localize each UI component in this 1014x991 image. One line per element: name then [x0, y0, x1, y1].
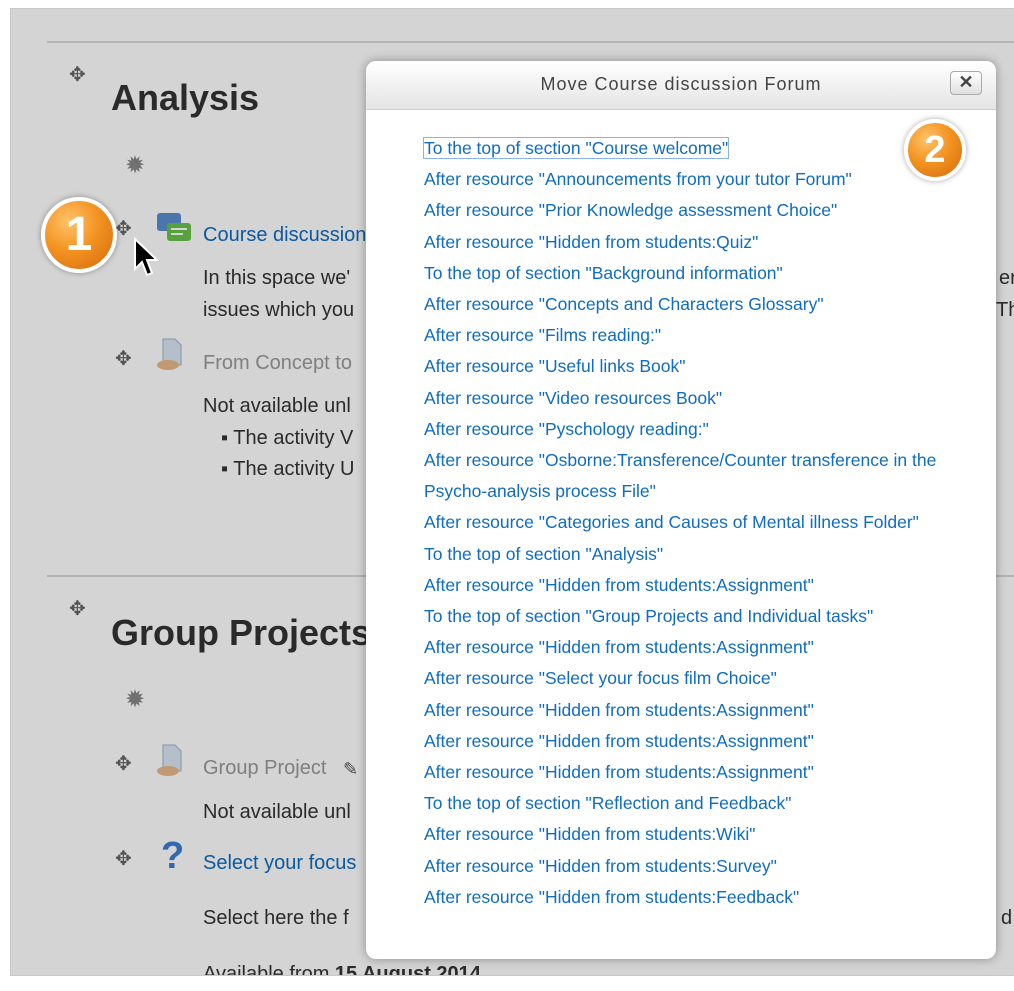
move-target-option[interactable]: After resource "Hidden from students:Ass… [424, 695, 990, 726]
move-target-option[interactable]: After resource "Categories and Causes of… [424, 507, 990, 538]
move-target-option[interactable]: After resource "Hidden from students:Sur… [424, 851, 990, 882]
move-target-option[interactable]: After resource "Osborne:Transference/Cou… [424, 445, 990, 507]
move-target-option[interactable]: After resource "Hidden from students:Ass… [424, 757, 990, 788]
move-target-option[interactable]: To the top of section "Reflection and Fe… [424, 788, 990, 819]
move-target-option[interactable]: After resource "Announcements from your … [424, 164, 990, 195]
step-badge-1: 1 [41, 197, 117, 273]
move-target-option[interactable]: After resource "Hidden from students:Ass… [424, 726, 990, 757]
move-target-option[interactable]: After resource "Films reading:" [424, 320, 990, 351]
move-target-option[interactable]: After resource "Useful links Book" [424, 351, 990, 382]
close-button[interactable]: ✕ [950, 71, 982, 95]
move-target-option[interactable]: After resource "Hidden from students:Fee… [424, 882, 990, 913]
close-icon: ✕ [958, 72, 974, 92]
move-target-option[interactable]: To the top of section "Background inform… [424, 258, 990, 289]
cursor-icon [134, 237, 159, 277]
move-target-option[interactable]: After resource "Concepts and Characters … [424, 289, 990, 320]
dialog-title: Move Course discussion Forum [540, 74, 822, 94]
screenshot-frame: ✥ Analysis ✹ ✥ Course discussion In this… [10, 8, 1014, 976]
move-target-option[interactable]: After resource "Hidden from students:Ass… [424, 570, 990, 601]
move-target-option[interactable]: To the top of section "Analysis" [424, 539, 990, 570]
move-target-option[interactable]: After resource "Hidden from students:Wik… [424, 819, 990, 850]
move-target-option[interactable]: After resource "Pyschology reading:" [424, 414, 990, 445]
move-target-option[interactable]: After resource "Video resources Book" [424, 383, 990, 414]
move-target-option[interactable]: After resource "Hidden from students:Qui… [424, 227, 990, 258]
move-target-option[interactable]: After resource "Prior Knowledge assessme… [424, 195, 990, 226]
move-target-option[interactable]: To the top of section "Group Projects an… [424, 601, 990, 632]
dialog-header: Move Course discussion Forum ✕ [366, 61, 996, 110]
move-target-option[interactable]: After resource "Hidden from students:Ass… [424, 632, 990, 663]
move-dialog: Move Course discussion Forum ✕ To the to… [366, 61, 996, 959]
move-target-list: To the top of section "Course welcome" A… [422, 133, 990, 913]
step-badge-2: 2 [904, 119, 966, 181]
move-target-option[interactable]: After resource "Select your focus film C… [424, 663, 990, 694]
